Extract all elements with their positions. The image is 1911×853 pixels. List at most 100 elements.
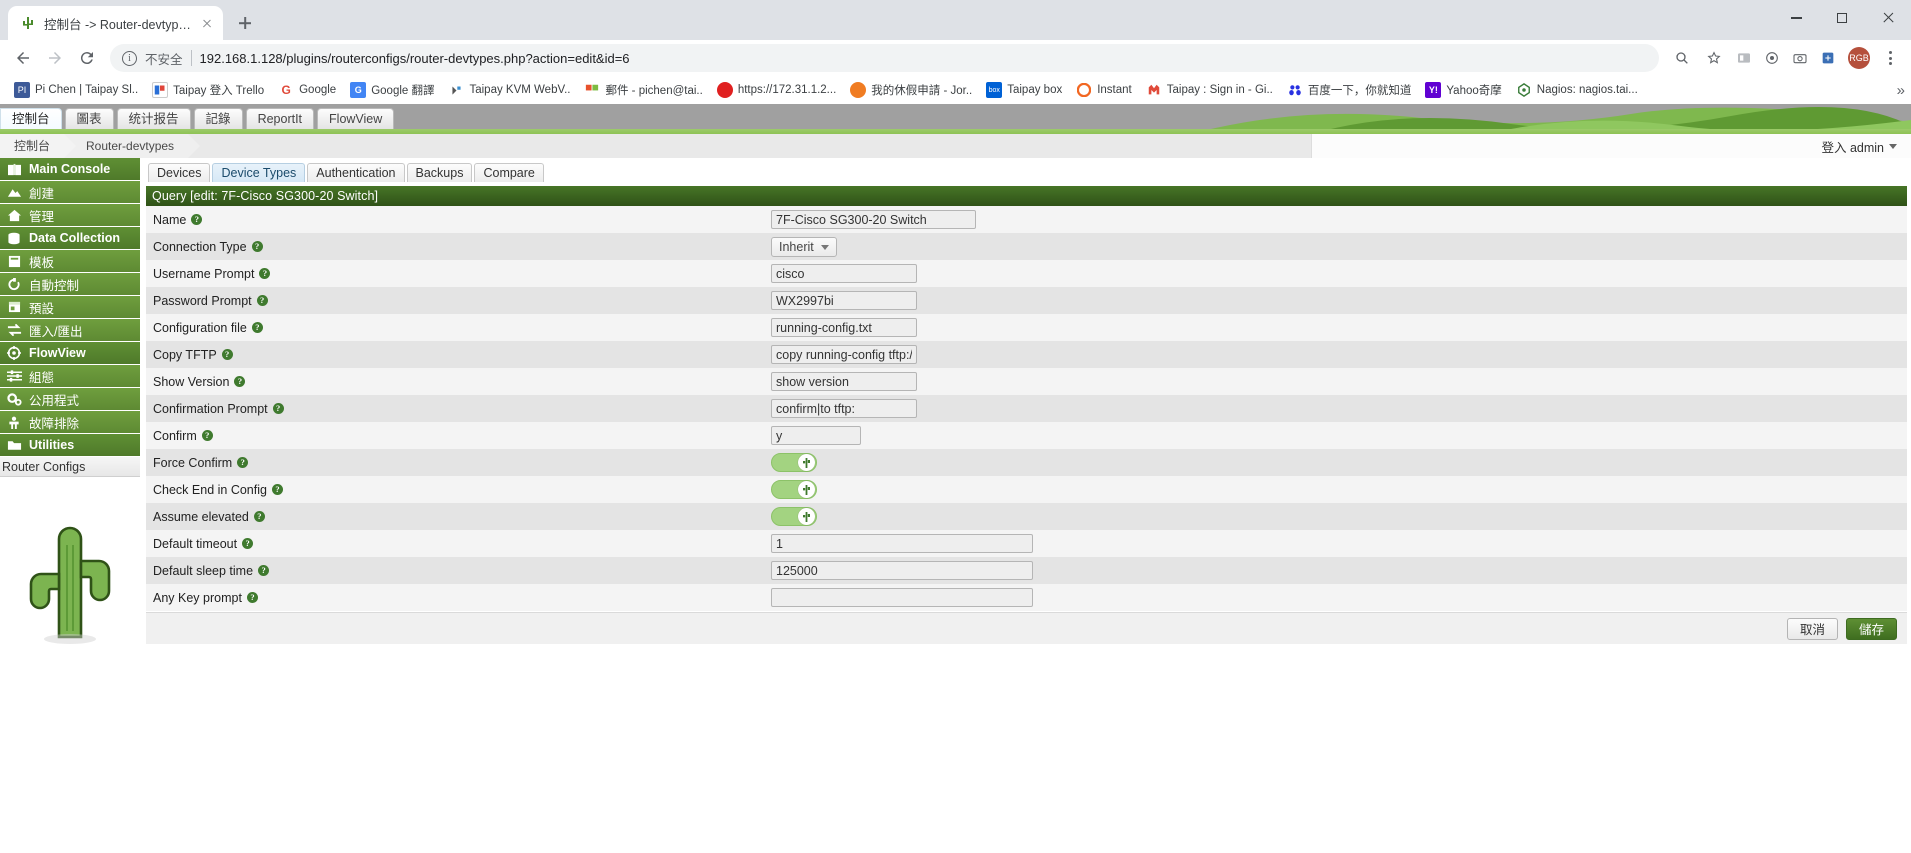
help-icon[interactable]: ? (191, 214, 203, 225)
sidebar-item-manage[interactable]: 管理 (0, 204, 140, 227)
tab-flowview[interactable]: FlowView (317, 108, 395, 129)
zoom-icon[interactable] (1667, 43, 1697, 73)
sidebar-item-import-export[interactable]: 匯入/匯出 (0, 319, 140, 342)
breadcrumb-item-current[interactable]: Router-devtypes (64, 133, 201, 158)
bookmark-item[interactable]: PI Pi Chen | Taipay Sl.. (8, 79, 144, 101)
sidebar-item-router-configs[interactable]: Router Configs (0, 457, 140, 477)
help-icon[interactable]: ? (256, 295, 268, 306)
minimize-button[interactable] (1773, 0, 1819, 36)
field-control (771, 561, 1033, 580)
close-icon[interactable] (199, 15, 215, 31)
address-bar[interactable]: i 不安全 192.168.1.128/plugins/routerconfig… (110, 44, 1659, 72)
sidebar-item-templates[interactable]: 模板 (0, 250, 140, 273)
name-input[interactable] (771, 210, 976, 229)
default-sleep-time-input[interactable] (771, 561, 1033, 580)
bookmark-item[interactable]: 郵件 - pichen@tai.. (578, 79, 708, 101)
bookmark-item[interactable]: G Google 翻譯 (344, 79, 440, 101)
bookmark-item[interactable]: 百度一下，你就知道 (1281, 79, 1418, 101)
reload-icon[interactable] (72, 43, 102, 73)
sidebar-item-utilities-apps[interactable]: 公用程式 (0, 388, 140, 411)
help-icon[interactable]: ? (237, 457, 249, 468)
tab-device-types[interactable]: Device Types (212, 163, 306, 182)
configuration-file-input[interactable] (771, 318, 917, 337)
help-icon[interactable]: ? (201, 430, 213, 441)
bookmark-favicon (1076, 82, 1092, 98)
sidebar-item-automation[interactable]: 自動控制 (0, 273, 140, 296)
confirmation-prompt-input[interactable] (771, 399, 917, 418)
sidebar-label: 組態 (29, 370, 55, 385)
any-key-prompt-input[interactable] (771, 588, 1033, 607)
profile-avatar[interactable]: RGB (1848, 47, 1870, 69)
bookmark-item[interactable]: Taipay 登入 Trello (146, 79, 270, 101)
help-icon[interactable]: ? (221, 349, 233, 360)
field-row-confirm: Confirm ? (146, 422, 1907, 449)
help-icon[interactable]: ? (271, 484, 283, 495)
password-prompt-input[interactable] (771, 291, 917, 310)
bookmark-item[interactable]: box Taipay box (980, 79, 1068, 101)
back-arrow-icon[interactable] (8, 43, 38, 73)
extension-icon-1[interactable] (1731, 45, 1757, 71)
tab-compare[interactable]: Compare (474, 163, 544, 182)
help-icon[interactable]: ? (234, 376, 246, 387)
sidebar-item-settings[interactable]: 組態 (0, 365, 140, 388)
help-icon[interactable]: ? (251, 322, 263, 333)
username-prompt-input[interactable] (771, 264, 917, 283)
new-tab-button[interactable] (231, 9, 259, 37)
close-window-button[interactable] (1865, 0, 1911, 36)
sidebar-item-data-collection[interactable]: Data Collection (0, 227, 140, 250)
tab-reports[interactable]: 统计报告 (116, 108, 191, 129)
user-menu[interactable]: 登入 admin (1311, 134, 1911, 158)
sidebar-item-create[interactable]: 創建 (0, 181, 140, 204)
bookmark-item[interactable]: Taipay : Sign in - Gi.. (1140, 79, 1279, 101)
bookmark-item[interactable]: Instant (1070, 79, 1138, 101)
field-control (771, 210, 976, 229)
sidebar-item-utilities[interactable]: Utilities (0, 434, 140, 457)
force-confirm-toggle[interactable] (771, 453, 817, 472)
chrome-menu-icon[interactable] (1877, 45, 1903, 71)
tab-graphs[interactable]: 圖表 (64, 108, 114, 129)
cancel-button[interactable]: 取消 (1786, 617, 1838, 640)
sidebar-item-troubleshoot[interactable]: 故障排除 (0, 411, 140, 434)
forward-arrow-icon[interactable] (40, 43, 70, 73)
breadcrumb-item-console[interactable]: 控制台 (0, 133, 77, 158)
copy-tftp-input[interactable] (771, 345, 917, 364)
tab-console[interactable]: 控制台 (0, 108, 62, 129)
sidebar-item-flowview[interactable]: FlowView (0, 342, 140, 365)
bookmark-item[interactable]: Nagios: nagios.tai... (1510, 79, 1644, 101)
bookmark-item[interactable]: 我的休假申請 - Jor.. (844, 79, 978, 101)
assume-elevated-toggle[interactable] (771, 507, 817, 526)
bookmark-star-icon[interactable] (1699, 43, 1729, 73)
extension-icon-camera[interactable] (1787, 45, 1813, 71)
help-icon[interactable]: ? (246, 592, 258, 603)
bookmark-item[interactable]: G Google (272, 79, 342, 101)
bookmark-favicon (448, 82, 465, 98)
save-button[interactable]: 儲存 (1845, 617, 1897, 640)
tab-backups[interactable]: Backups (406, 163, 473, 182)
confirm-input[interactable] (771, 426, 861, 445)
bookmark-item[interactable]: https://172.31.1.2... (711, 79, 842, 101)
help-icon[interactable]: ? (242, 538, 254, 549)
extension-icon-2[interactable] (1759, 45, 1785, 71)
maximize-button[interactable] (1819, 0, 1865, 36)
check-end-in-config-toggle[interactable] (771, 480, 817, 499)
connection-type-select[interactable]: Inherit (771, 236, 837, 257)
bookmarks-overflow-button[interactable]: » (1897, 82, 1905, 99)
bookmark-item[interactable]: Taipay KVM WebV.. (442, 79, 576, 101)
help-icon[interactable]: ? (253, 511, 265, 522)
tab-devices[interactable]: Devices (148, 163, 211, 182)
sidebar-item-presets[interactable]: 預設 (0, 296, 140, 319)
help-icon[interactable]: ? (258, 565, 270, 576)
help-icon[interactable]: ? (251, 241, 263, 252)
sidebar-item-main-console[interactable]: Main Console (0, 158, 140, 181)
troubleshoot-icon (6, 415, 22, 429)
help-icon[interactable]: ? (259, 268, 271, 279)
show-version-input[interactable] (771, 372, 917, 391)
bookmark-item[interactable]: Y! Yahoo奇摩 (1419, 79, 1507, 101)
tab-authentication[interactable]: Authentication (307, 163, 405, 182)
extension-icon-3[interactable] (1815, 45, 1841, 71)
tab-reportit[interactable]: ReportIt (245, 108, 315, 129)
browser-tab[interactable]: 控制台 -> Router-devtypes (8, 6, 223, 40)
default-timeout-input[interactable] (771, 534, 1033, 553)
help-icon[interactable]: ? (272, 403, 284, 414)
tab-logs[interactable]: 記錄 (193, 108, 243, 129)
